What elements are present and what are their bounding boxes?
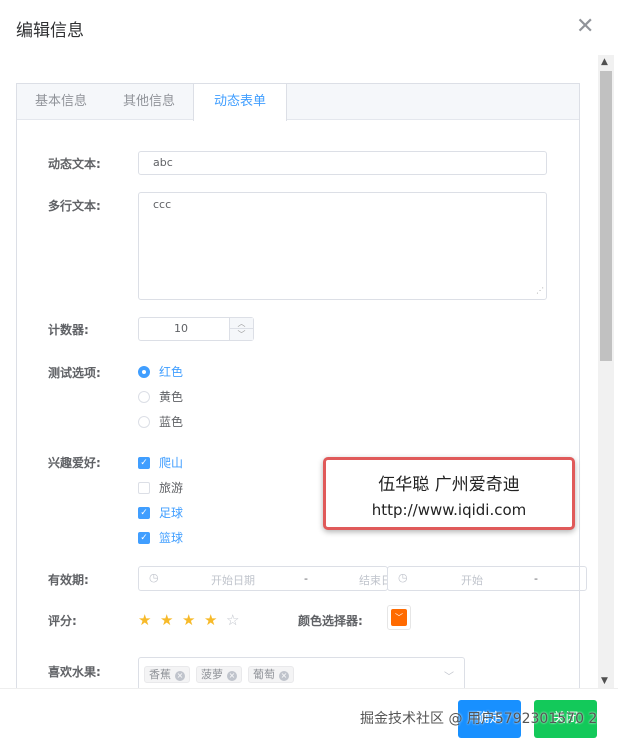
star-filled-icon[interactable]: ★: [204, 611, 217, 629]
radio-checked[interactable]: [138, 365, 150, 378]
color-picker[interactable]: ﹀: [387, 605, 411, 630]
overlay-url: http://www.iqidi.com: [371, 501, 527, 519]
rate-label: 评分:: [48, 614, 77, 628]
checkbox-basketball[interactable]: ✓ 篮球: [138, 529, 183, 546]
radio-label: 测试选项:: [48, 366, 101, 380]
fruit-select[interactable]: 香蕉 × 菠萝 × 葡萄 × ﹀: [138, 657, 465, 688]
star-filled-icon[interactable]: ★: [182, 611, 195, 629]
radio-unchecked[interactable]: [138, 390, 150, 403]
increment-icon[interactable]: ︿: [229, 318, 253, 329]
star-empty-icon[interactable]: ☆: [226, 611, 239, 629]
date-range-picker[interactable]: ◷ 开始日期 - 结束日: [138, 566, 388, 591]
multiline-textarea[interactable]: ccc ⋰: [138, 192, 547, 300]
check-icon[interactable]: ✓: [138, 456, 150, 469]
start-date-2[interactable]: 开始: [461, 572, 483, 588]
dialog-footer: 确定 关闭 掘金技术社区 @ 用户5792301570 2: [0, 688, 618, 744]
checkbox-hiking[interactable]: ✓ 爬山: [138, 454, 183, 471]
tag-close-icon[interactable]: ×: [175, 671, 185, 681]
end-date[interactable]: 结束日: [359, 572, 387, 588]
dialog-body: 基本信息 其他信息 动态表单 动态文本: abc 多行文本: ccc ⋰ 计数器:…: [0, 55, 598, 688]
fruit-tag: 香蕉 ×: [144, 666, 190, 683]
start-date[interactable]: 开始日期: [211, 572, 255, 588]
checkbox-text: 旅游: [159, 481, 184, 495]
radio-unchecked[interactable]: [138, 415, 150, 428]
radio-text: 红色: [159, 365, 184, 379]
radio-red[interactable]: 红色: [138, 363, 183, 380]
tab-basic-info[interactable]: 基本信息: [17, 84, 105, 119]
date-label: 有效期:: [48, 573, 89, 587]
radio-yellow[interactable]: 黄色: [138, 388, 183, 405]
color-swatch: ﹀: [391, 609, 407, 626]
checkbox-label: 兴趣爱好:: [48, 456, 101, 470]
radio-blue[interactable]: 蓝色: [138, 413, 183, 430]
contact-overlay: 伍华聪 广州爱奇迪 http://www.iqidi.com: [323, 457, 575, 530]
radio-text: 黄色: [159, 390, 184, 404]
tag-close-icon[interactable]: ×: [279, 671, 289, 681]
clock-icon: ◷: [398, 571, 408, 584]
checkbox-text: 足球: [159, 506, 184, 520]
textarea-label: 多行文本:: [48, 199, 101, 213]
watermark: 掘金技术社区 @ 用户5792301570 2: [360, 711, 598, 727]
tab-other-info[interactable]: 其他信息: [105, 84, 193, 119]
tag-text: 香蕉: [149, 668, 171, 681]
star-filled-icon[interactable]: ★: [138, 611, 151, 629]
scrollbar-thumb[interactable]: [600, 71, 612, 361]
check-icon[interactable]: ✓: [138, 531, 150, 544]
tab-dynamic-form[interactable]: 动态表单: [193, 84, 288, 121]
checkbox-text: 篮球: [159, 531, 184, 545]
overlay-name: 伍华聪 广州爱奇迪: [378, 475, 520, 495]
close-icon[interactable]: ✕: [576, 14, 594, 39]
counter-label: 计数器:: [48, 323, 89, 337]
chevron-down-icon[interactable]: ﹀: [444, 668, 454, 683]
star-filled-icon[interactable]: ★: [160, 611, 173, 629]
scroll-down-icon[interactable]: ▼: [601, 676, 608, 686]
check-icon[interactable]: ✓: [138, 506, 150, 519]
tag-text: 葡萄: [253, 668, 275, 681]
date-separator: -: [304, 572, 308, 585]
date-range-picker-2[interactable]: ◷ 开始 -: [387, 566, 587, 591]
resize-handle-icon[interactable]: ⋰: [536, 283, 544, 299]
scrollbar[interactable]: ▲ ▼: [598, 55, 614, 688]
fruit-label: 喜欢水果:: [48, 665, 101, 679]
radio-text: 蓝色: [159, 415, 184, 429]
counter-stepper[interactable]: 10 ︿ ﹀: [138, 317, 254, 341]
counter-value[interactable]: 10: [174, 322, 188, 335]
textarea-value: ccc: [153, 198, 172, 211]
fruit-tag: 菠萝 ×: [196, 666, 242, 683]
checkbox-text: 爬山: [159, 456, 184, 470]
fruit-tag: 葡萄 ×: [248, 666, 294, 683]
dialog-header: 编辑信息 ✕: [0, 0, 618, 54]
clock-icon: ◷: [149, 571, 159, 584]
dynamic-text-input[interactable]: abc: [138, 151, 547, 175]
date-separator: -: [534, 572, 538, 585]
checkbox-football[interactable]: ✓ 足球: [138, 504, 183, 521]
tag-text: 菠萝: [201, 668, 223, 681]
text-label: 动态文本:: [48, 157, 101, 171]
color-label: 颜色选择器:: [298, 614, 363, 628]
decrement-icon[interactable]: ﹀: [229, 329, 253, 340]
tag-close-icon[interactable]: ×: [227, 671, 237, 681]
dialog-title: 编辑信息: [16, 21, 84, 41]
scroll-up-icon[interactable]: ▲: [601, 57, 608, 67]
checkbox-empty[interactable]: [138, 481, 150, 494]
checkbox-travel[interactable]: 旅游: [138, 479, 183, 496]
